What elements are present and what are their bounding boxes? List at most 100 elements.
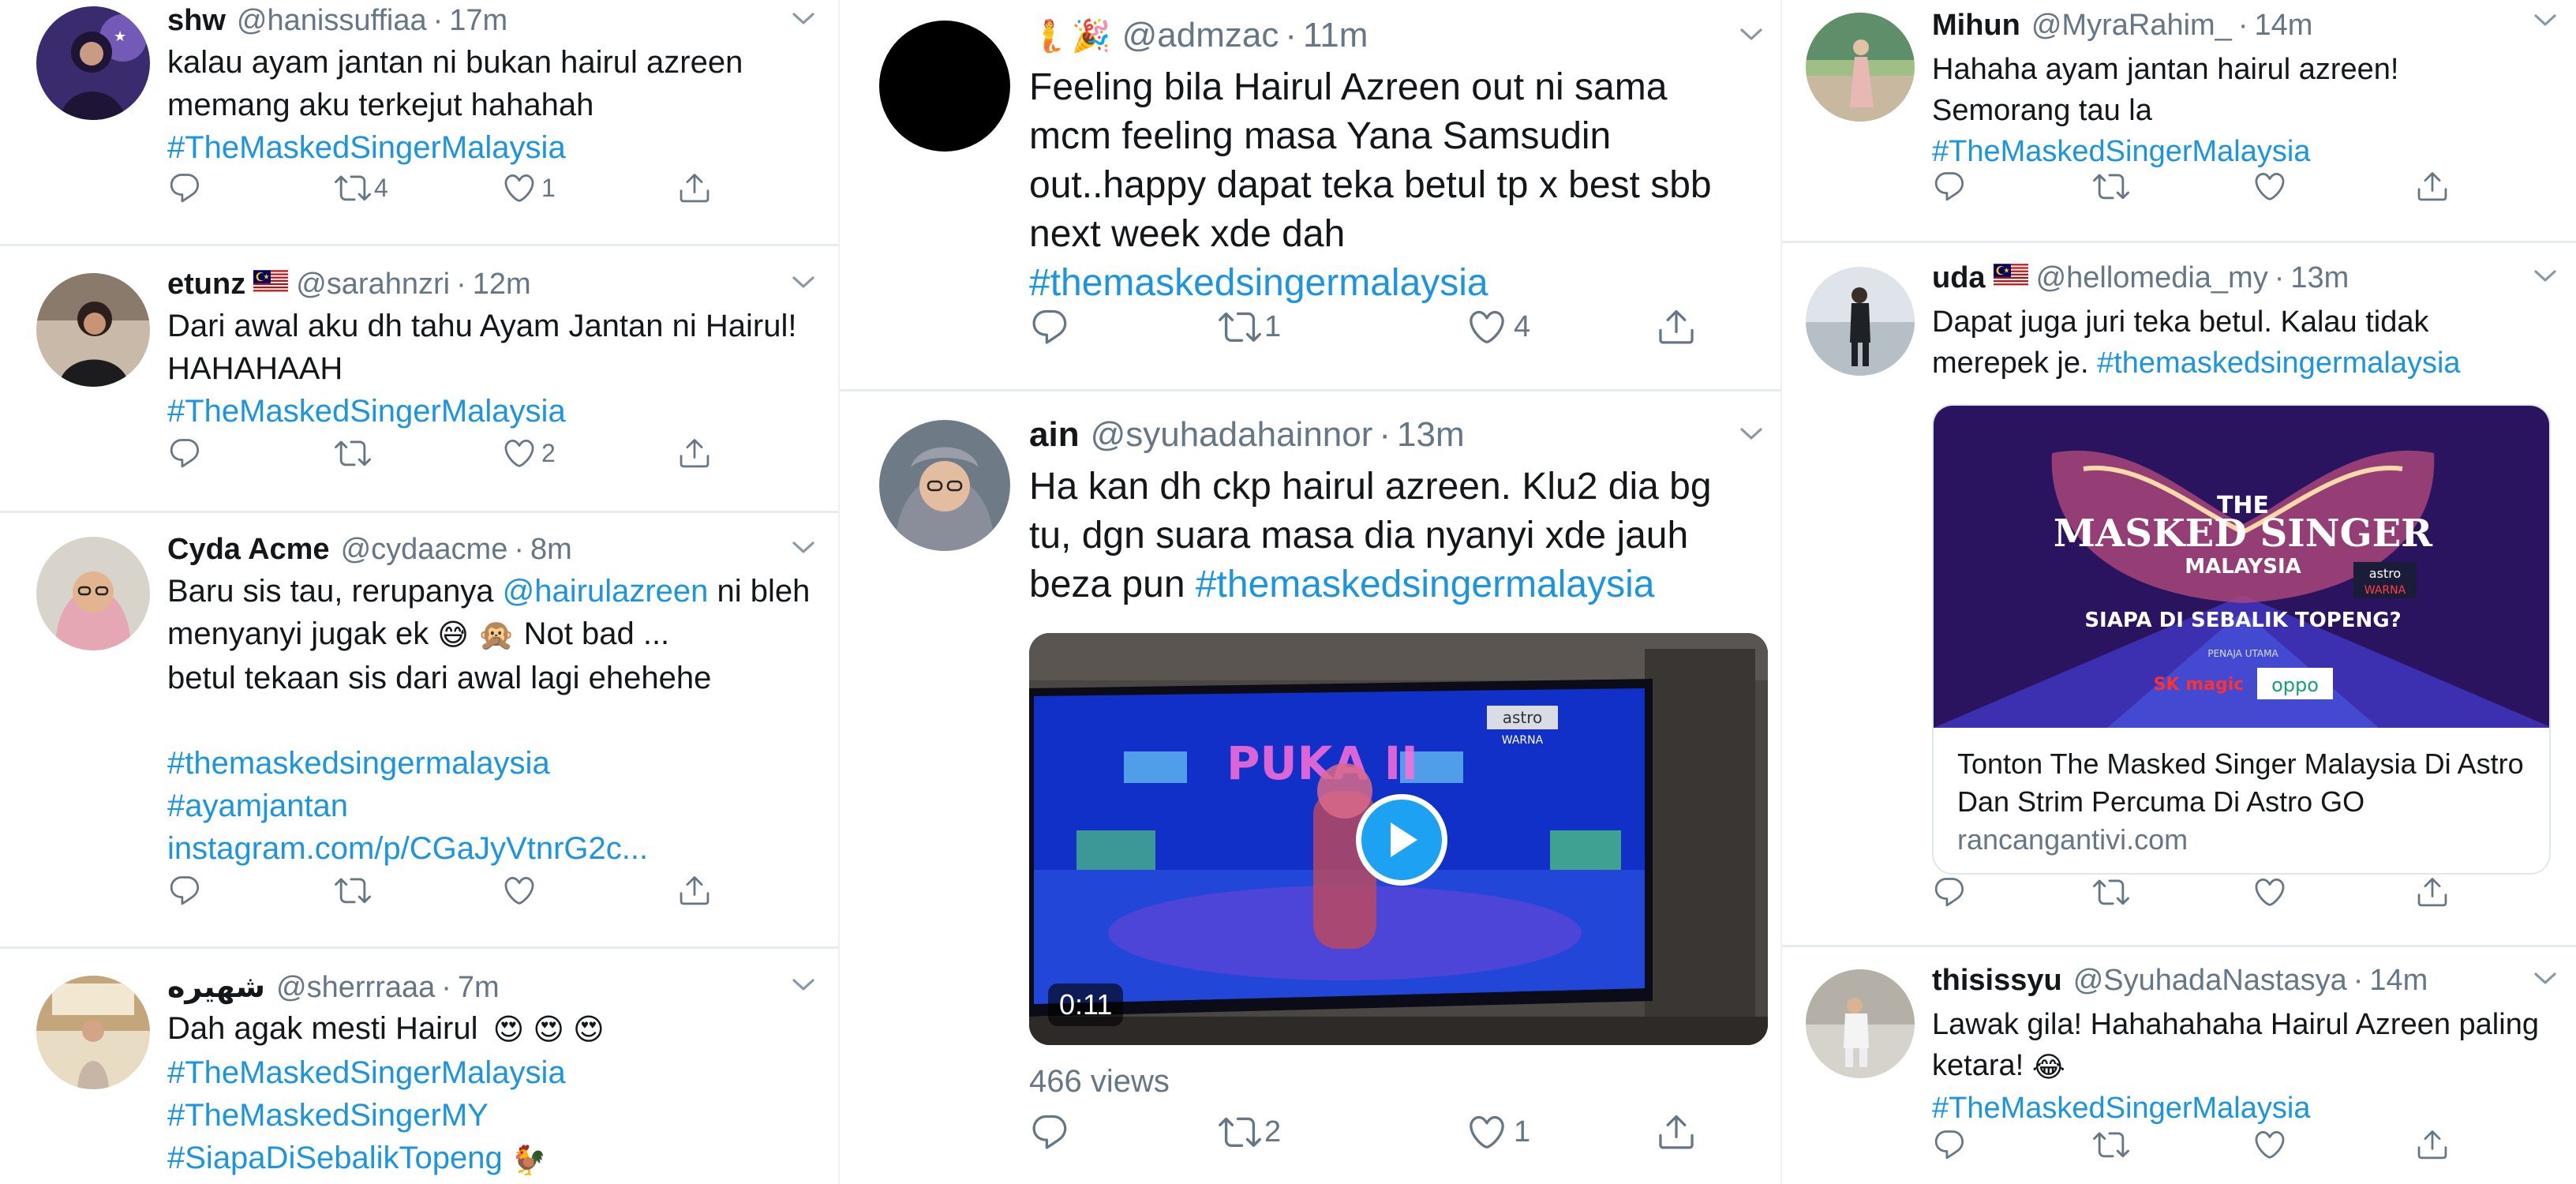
tweet[interactable]: ain @syuhadahainnor · 13m Ha kan dh ckp … (840, 392, 1780, 1184)
hashtag-link[interactable]: #TheMaskedSingerMalaysia (167, 126, 799, 169)
display-name[interactable]: uda (1932, 254, 1986, 302)
avatar[interactable] (1806, 969, 1915, 1078)
reply-button[interactable] (1932, 1127, 1967, 1162)
reply-button[interactable] (167, 170, 202, 205)
video-player[interactable]: PUKA II astro WARNA 0:11 (1029, 633, 1768, 1045)
timestamp[interactable]: 8m (530, 529, 572, 570)
user-handle[interactable]: @SyuhadaNastasya (2073, 957, 2347, 1004)
display-name[interactable]: Mihun (1932, 2, 2020, 49)
avatar[interactable] (36, 537, 150, 650)
tweet[interactable]: شهيره @sherrraaa · 7m Dah agak mesti Hai… (0, 949, 838, 1184)
chevron-down-icon[interactable] (1739, 27, 1763, 43)
mention-link[interactable]: @hairulazreen (503, 574, 709, 609)
timestamp[interactable]: 17m (449, 0, 507, 41)
retweet-button[interactable] (335, 872, 371, 909)
hashtag-link[interactable]: #TheMaskedSingerMalaysia (167, 1051, 799, 1094)
like-button[interactable]: 1 (502, 170, 556, 205)
timestamp[interactable]: 13m (1397, 407, 1465, 463)
share-button[interactable] (1656, 306, 1697, 347)
display-name[interactable]: thisissyu (1932, 957, 2062, 1004)
avatar[interactable] (1806, 13, 1915, 122)
tweet[interactable]: thisissyu @SyuhadaNastasya · 14m Lawak g… (1782, 947, 2576, 1184)
reply-button[interactable] (1029, 1111, 1070, 1152)
hashtag-link[interactable]: #themaskedsingermalaysia (167, 742, 814, 785)
retweet-button[interactable] (335, 435, 371, 471)
like-button[interactable]: 4 (1466, 306, 1530, 347)
retweet-button[interactable] (2093, 874, 2129, 910)
like-button[interactable]: 1 (1466, 1111, 1530, 1152)
hashtag-link[interactable]: #TheMaskedSingerMalaysia (1932, 131, 2532, 172)
display-name[interactable]: etunz (167, 264, 245, 305)
chevron-down-icon[interactable] (2533, 268, 2557, 284)
user-handle[interactable]: @sherrraaa (276, 967, 435, 1008)
like-button[interactable]: 2 (502, 436, 556, 470)
user-handle[interactable]: @sarahnzri (296, 264, 450, 305)
share-button[interactable] (677, 170, 712, 205)
reply-button[interactable] (167, 873, 202, 908)
hashtag-link[interactable]: #SiapaDiSebalikTopeng (167, 1141, 503, 1175)
reply-button[interactable] (167, 436, 202, 470)
like-button[interactable] (2252, 1127, 2287, 1162)
like-button[interactable] (2252, 875, 2287, 909)
share-button[interactable] (2415, 169, 2450, 204)
share-button[interactable] (1656, 1111, 1697, 1152)
chevron-down-icon[interactable] (1739, 426, 1763, 442)
timestamp[interactable]: 11m (1303, 8, 1368, 63)
share-button[interactable] (2415, 875, 2450, 909)
play-button[interactable] (1356, 794, 1447, 886)
tweet[interactable]: Cyda Acme @cydaacme · 8m Baru sis tau, r… (0, 513, 838, 949)
chevron-down-icon[interactable] (792, 11, 815, 27)
reply-button[interactable] (1029, 306, 1070, 347)
chevron-down-icon[interactable] (792, 540, 815, 556)
user-handle[interactable]: @syuhadahainnor (1091, 407, 1373, 463)
display-name[interactable]: Cyda Acme (167, 529, 330, 570)
retweet-button[interactable] (2093, 1126, 2129, 1163)
link-preview-card[interactable]: THE MASKED SINGER MALAYSIA astro WARNA S… (1932, 404, 2551, 875)
reply-button[interactable] (1932, 169, 1967, 204)
display-name[interactable]: شهيره (167, 966, 265, 1007)
share-button[interactable] (2415, 1127, 2450, 1162)
timestamp[interactable]: 14m (2254, 2, 2312, 49)
hashtag-link[interactable]: #themaskedsingermalaysia (2097, 347, 2460, 380)
timestamp[interactable]: 7m (458, 967, 500, 1008)
avatar[interactable] (36, 976, 150, 1089)
timestamp[interactable]: 14m (2369, 957, 2428, 1004)
chevron-down-icon[interactable] (2533, 13, 2557, 28)
retweet-button[interactable]: 4 (335, 170, 388, 206)
retweet-button[interactable]: 2 (1219, 1111, 1281, 1153)
like-button[interactable] (2252, 169, 2287, 204)
avatar[interactable] (36, 273, 150, 387)
chevron-down-icon[interactable] (2533, 971, 2557, 987)
tweet[interactable]: uda @hellomedia_my · 13m Dapat juga juri… (1782, 243, 2576, 947)
user-handle[interactable]: @MyraRahim_ (2031, 2, 2232, 49)
avatar[interactable] (879, 420, 1010, 551)
tweet[interactable]: ★ shw @hanissuffiaa · 17m kalau ayam jan… (0, 0, 838, 246)
hashtag-link[interactable]: #ayamjantan (167, 789, 348, 823)
chevron-down-icon[interactable] (792, 977, 815, 993)
display-name[interactable]: ain (1029, 407, 1080, 463)
avatar[interactable]: ★ (36, 6, 150, 120)
user-handle[interactable]: @hellomedia_my (2036, 254, 2268, 302)
avatar[interactable] (879, 21, 1010, 152)
hashtag-link[interactable]: #themaskedsingermalaysia (1196, 564, 1655, 605)
url-link[interactable]: instagram.com/p/CGaJyVtnrG2c... (167, 831, 648, 866)
user-handle[interactable]: @cydaacme (341, 529, 508, 570)
hashtag-link[interactable]: #TheMaskedSingerMalaysia (167, 390, 799, 433)
chevron-down-icon[interactable] (792, 275, 815, 290)
user-handle[interactable]: @admzac (1122, 8, 1279, 63)
reply-button[interactable] (1932, 875, 1967, 909)
hashtag-link[interactable]: #TheMaskedSingerMalaysia (1932, 1088, 2548, 1129)
timestamp[interactable]: 13m (2290, 254, 2349, 302)
tweet[interactable]: Mihun @MyraRahim_ · 14m Hahaha ayam jant… (1782, 0, 2576, 243)
retweet-button[interactable]: 1 (1219, 305, 1281, 348)
tweet[interactable]: 🧜 🎉 @admzac · 11m Feeling bila Hairul Az… (840, 0, 1780, 392)
hashtag-link[interactable]: #TheMaskedSingerMY (167, 1094, 799, 1137)
display-name[interactable]: shw (167, 0, 226, 41)
like-button[interactable] (502, 873, 537, 908)
hashtag-link[interactable]: #themaskedsingermalaysia (1029, 259, 1739, 308)
timestamp[interactable]: 12m (473, 264, 531, 305)
tweet[interactable]: etunz @sarahnzri · 12m Dari awal aku dh … (0, 246, 838, 513)
retweet-button[interactable] (2093, 168, 2129, 204)
share-button[interactable] (677, 436, 712, 470)
avatar[interactable] (1806, 267, 1915, 376)
